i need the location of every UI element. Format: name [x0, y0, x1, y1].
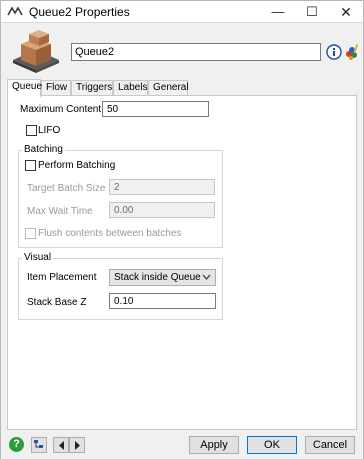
app-logo-icon [7, 6, 23, 16]
tree-view-icon[interactable] [31, 437, 47, 453]
properties-window: Queue2 Properties — ☐ ✕ Queue2 Queue Flo… [0, 0, 364, 459]
batching-group-title: Batching [22, 144, 65, 155]
queue-tab-panel: Maximum Content LIFO Batching Perform Ba… [7, 95, 357, 430]
info-icon[interactable] [326, 44, 342, 60]
target-batch-size-label: Target Batch Size [27, 183, 106, 194]
tab-flow[interactable]: Flow [41, 80, 71, 96]
close-button[interactable]: ✕ [331, 1, 361, 23]
arrow-right-icon [75, 441, 80, 450]
dialog-footer: ? Apply OK Cancel [1, 433, 363, 459]
max-wait-time-label: Max Wait Time [27, 206, 93, 217]
item-placement-select[interactable]: Stack inside Queue [109, 269, 216, 286]
flush-contents-label: Flush contents between batches [38, 228, 182, 239]
queue-object-icon [13, 30, 59, 73]
ok-button[interactable]: OK [247, 436, 297, 454]
tab-triggers[interactable]: Triggers [71, 80, 113, 96]
lifo-label: LIFO [38, 125, 61, 136]
maximum-content-input[interactable] [102, 101, 209, 117]
title-bar[interactable]: Queue2 Properties — ☐ ✕ [1, 1, 363, 23]
tab-queue[interactable]: Queue [7, 79, 42, 97]
maximize-button[interactable]: ☐ [297, 1, 327, 23]
help-button[interactable]: ? [9, 437, 24, 452]
lifo-checkbox[interactable] [26, 125, 37, 136]
perform-batching-label: Perform Batching [38, 160, 116, 171]
minimize-button[interactable]: — [263, 1, 293, 23]
object-header [1, 24, 363, 80]
apply-button[interactable]: Apply [189, 436, 239, 454]
tab-labels[interactable]: Labels [113, 80, 148, 96]
visual-group-title: Visual [22, 252, 54, 263]
item-placement-label: Item Placement [27, 272, 97, 283]
window-title: Queue2 Properties [29, 5, 130, 19]
item-placement-value: Stack inside Queue [114, 272, 201, 283]
stack-base-z-label: Stack Base Z [27, 297, 87, 308]
visual-group: Visual Item Placement Stack inside Queue… [18, 252, 223, 320]
chevron-down-icon [202, 274, 211, 280]
target-batch-size-input[interactable] [109, 179, 215, 195]
tab-general[interactable]: General [148, 80, 189, 96]
arrow-left-icon [59, 441, 64, 450]
batching-group: Batching Perform Batching Target Batch S… [18, 144, 223, 248]
next-button[interactable] [69, 437, 85, 453]
flush-contents-checkbox[interactable] [25, 228, 36, 239]
previous-button[interactable] [53, 437, 69, 453]
perform-batching-checkbox[interactable] [25, 160, 36, 171]
maximum-content-label: Maximum Content [20, 104, 102, 115]
color-palette-icon[interactable] [344, 43, 360, 61]
object-name-input[interactable] [71, 43, 321, 61]
max-wait-time-input[interactable] [109, 202, 215, 218]
stack-base-z-input[interactable] [109, 293, 216, 309]
cancel-button[interactable]: Cancel [305, 436, 355, 454]
